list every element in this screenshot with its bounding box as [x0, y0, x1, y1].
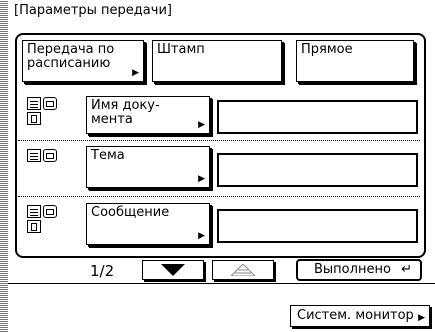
- document-name-field[interactable]: [217, 100, 418, 134]
- subject-button[interactable]: Тема ▶: [86, 146, 210, 188]
- clip-icon: [27, 220, 41, 233]
- page-down-button[interactable]: [142, 260, 204, 280]
- system-monitor-button[interactable]: Систем. монитор ▶: [290, 305, 430, 327]
- message-label: Сообщение: [91, 205, 170, 220]
- arrow-right-icon: ▶: [418, 313, 425, 323]
- triangle-down-icon: [161, 264, 185, 276]
- row-icons-subject: [27, 149, 67, 162]
- subject-label: Тема: [91, 148, 125, 163]
- triangle-up-icon: [231, 264, 255, 276]
- message-field[interactable]: [217, 209, 418, 243]
- done-label: Выполнено: [314, 262, 391, 277]
- arrow-right-icon: ▶: [132, 68, 139, 78]
- row-icons-document-name: [27, 97, 67, 125]
- direct-button[interactable]: Прямое: [296, 40, 414, 82]
- page-title: [Параметры передачи]: [14, 3, 172, 18]
- separator: [18, 140, 420, 141]
- document-name-line1: Имя доку-: [91, 98, 160, 113]
- row-icons-message: [27, 205, 67, 233]
- clip-icon: [27, 112, 41, 125]
- separator: [18, 196, 420, 197]
- page-indicator: 1/2: [90, 262, 115, 280]
- page-up-button[interactable]: [212, 260, 274, 280]
- doc-icon: [27, 205, 41, 218]
- message-button[interactable]: Сообщение ▶: [86, 203, 210, 245]
- arrow-right-icon: ▶: [198, 120, 205, 130]
- document-name-button[interactable]: Имя доку- мента ▶: [86, 96, 210, 134]
- doc-icon: [27, 97, 41, 110]
- schedule-button-line1: Передача по: [27, 42, 115, 57]
- mail-icon: [43, 149, 57, 162]
- screen: [Параметры передачи] Передача по расписа…: [0, 0, 435, 332]
- done-button[interactable]: Выполнено ↵: [296, 259, 422, 281]
- mail-icon: [43, 97, 57, 110]
- return-icon: ↵: [401, 262, 412, 277]
- mail-icon: [43, 205, 57, 218]
- schedule-transmission-button[interactable]: Передача по расписанию ▶: [22, 40, 144, 82]
- arrow-right-icon: ▶: [198, 174, 205, 184]
- stamp-button[interactable]: Штамп: [152, 40, 282, 82]
- schedule-button-line2: расписанию: [27, 56, 111, 71]
- doc-icon: [27, 149, 41, 162]
- arrow-right-icon: ▶: [198, 231, 205, 241]
- subject-field[interactable]: [217, 153, 418, 187]
- system-monitor-label: Систем. монитор: [297, 308, 414, 323]
- document-name-line2: мента: [91, 112, 133, 127]
- side-pattern-strip: [0, 0, 8, 332]
